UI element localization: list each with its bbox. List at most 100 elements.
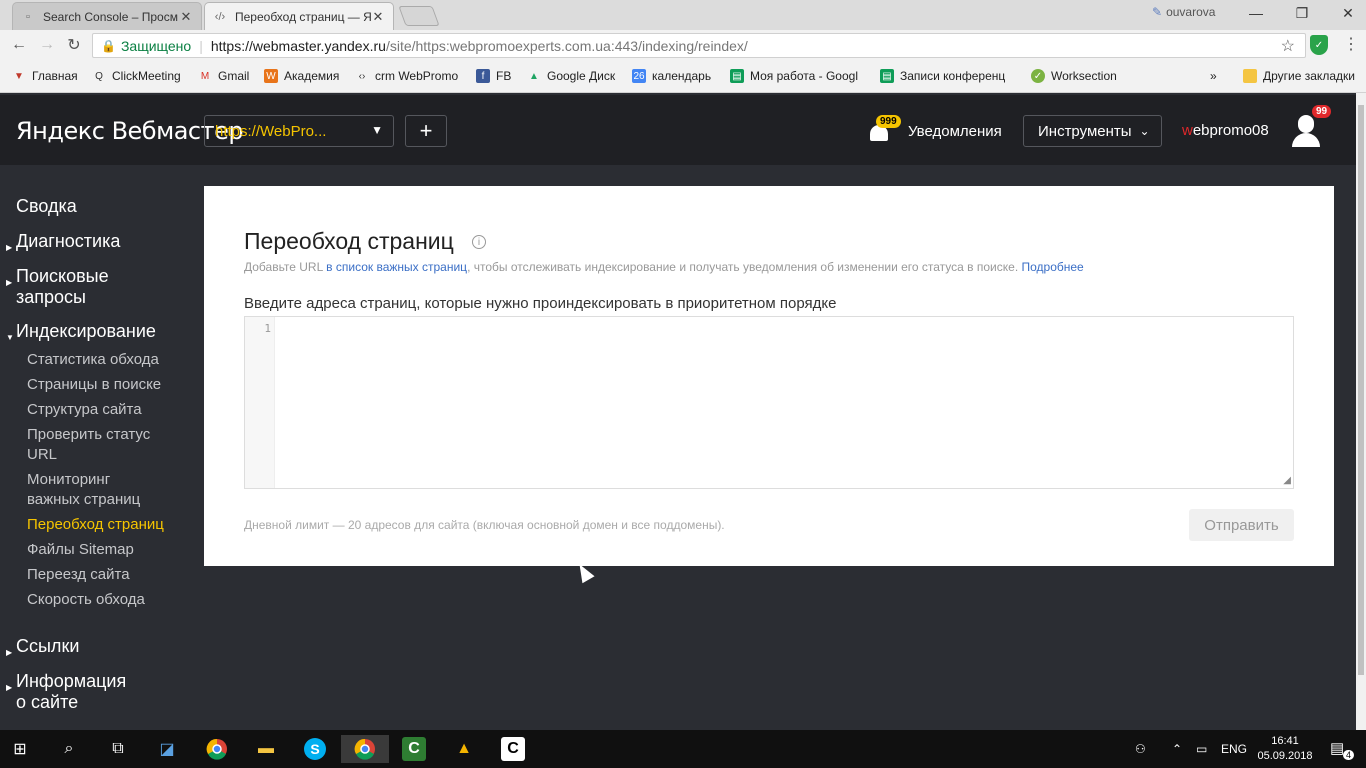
worksection-icon: ✓	[1031, 69, 1045, 83]
resize-handle-icon[interactable]: ◢	[1283, 475, 1291, 486]
extension-shield-icon[interactable]: ✓	[1310, 35, 1328, 55]
sidebar-sub-crawl-rate[interactable]: Скорость обхода	[27, 590, 145, 610]
description-text: Добавьте URL	[244, 260, 327, 274]
maximize-button[interactable]: ❐	[1283, 2, 1321, 24]
notifications-button[interactable]: 999 Уведомления	[868, 115, 1002, 147]
browser-toolbar: ← → ↻ 🔒 Защищено | https://webmaster.yan…	[0, 30, 1366, 61]
skype-icon[interactable]: S	[301, 735, 329, 763]
close-icon[interactable]: ✕	[179, 9, 193, 25]
logo-yandex: Яндекс	[16, 117, 105, 145]
other-bookmarks[interactable]: Другие закладки	[1243, 69, 1355, 83]
sidebar-item-links[interactable]: ▶ Ссылки	[6, 636, 80, 657]
sidebar-sub-site-move[interactable]: Переезд сайта	[27, 565, 130, 585]
sidebar-sub-check-url[interactable]: Проверить статус URL	[27, 425, 150, 465]
windows-start-icon[interactable]: ⊞	[6, 735, 34, 763]
forward-icon[interactable]: →	[36, 34, 58, 56]
bookmark-label: Другие закладки	[1263, 69, 1355, 83]
notes-app-icon[interactable]: ◪	[153, 735, 181, 763]
address-bar[interactable]: 🔒 Защищено | https://webmaster.yandex.ru…	[92, 33, 1306, 58]
expand-arrow-icon: ▶	[6, 648, 13, 657]
camtasia-recorder-icon[interactable]: C	[499, 735, 527, 763]
chrome-active-icon[interactable]	[341, 735, 389, 763]
language-indicator[interactable]: ENG	[1221, 742, 1247, 756]
urls-textarea[interactable]: 1 ◢	[244, 316, 1294, 489]
task-view-icon[interactable]: ⧉	[104, 735, 132, 763]
scrollbar-thumb[interactable]	[1358, 105, 1364, 675]
submit-button[interactable]: Отправить	[1189, 509, 1294, 541]
gmail-icon: M	[200, 70, 210, 82]
battery-icon[interactable]: ▭	[1196, 742, 1207, 756]
tray-chevron-up-icon[interactable]: ⌃	[1172, 742, 1182, 756]
bookmarks-bar: ▼ Главная Q ClickMeeting M Gmail W Академия …	[0, 61, 1366, 93]
more-info-link[interactable]: Подробнее	[1021, 260, 1083, 274]
bookmark-label: FB	[496, 69, 512, 83]
profile-badge[interactable]: ✎ ouvarova	[1152, 5, 1215, 19]
sidebar-sub-site-structure[interactable]: Структура сайта	[27, 400, 142, 420]
new-tab-button[interactable]	[398, 6, 440, 26]
bookmark-item[interactable]: ✓ Worksection	[1031, 69, 1117, 83]
url-host: https://webmaster.yandex.ru	[210, 37, 386, 54]
page-scrollbar[interactable]	[1356, 93, 1366, 730]
window-close-button[interactable]: ✕	[1329, 2, 1366, 24]
tab-reindex[interactable]: ‹/› Переобход страниц — Я ✕	[204, 2, 394, 30]
bookmark-item[interactable]: f FB	[476, 69, 511, 83]
sidebar-item-label: Ссылки	[16, 636, 80, 656]
action-center-badge: 4	[1343, 750, 1355, 760]
sidebar-sub-reindex[interactable]: Переобход страниц	[27, 515, 164, 535]
tools-dropdown[interactable]: Инструменты ⌄	[1023, 115, 1162, 147]
important-pages-link[interactable]: в список важных страниц	[326, 260, 467, 274]
sidebar-sub-important-pages[interactable]: Мониторинг важных страниц	[27, 470, 140, 510]
people-icon[interactable]: ⚇	[1135, 742, 1146, 756]
bookmark-item[interactable]: ▤ Записи конференц	[880, 69, 1005, 83]
line-number: 1	[264, 322, 271, 335]
bookmark-item[interactable]: W Академия	[264, 69, 339, 83]
user-name-first-letter: w	[1182, 122, 1193, 139]
sidebar-item-summary[interactable]: Сводка	[16, 196, 77, 217]
divider: |	[199, 37, 203, 54]
triangle-app-icon[interactable]: ▲	[450, 735, 478, 763]
search-icon[interactable]: ⌕	[55, 735, 83, 763]
sidebar-item-label: Сводка	[16, 196, 77, 216]
browser-tab-strip: ▫ Search Console – Просм ✕ ‹/› Переобход…	[0, 0, 1366, 30]
sidebar-item-search-queries[interactable]: ▶ Поисковые запросы	[6, 266, 109, 308]
user-name[interactable]: webpromo08	[1182, 122, 1269, 139]
drive-icon: ▲	[529, 70, 539, 82]
sidebar-item-site-info[interactable]: ▶ Информация о сайте	[6, 671, 126, 713]
line-number-gutter: 1	[245, 317, 275, 488]
tab-search-console[interactable]: ▫ Search Console – Просм ✕	[12, 2, 202, 30]
page-title: Переобход страниц	[244, 228, 454, 254]
bookmark-item[interactable]: ▲ Google Диск	[527, 69, 615, 83]
chevron-down-icon: ⌄	[1139, 124, 1150, 138]
sidebar-item-label: Поисковые запросы	[16, 266, 109, 307]
bookmark-item[interactable]: ▼ Главная	[12, 69, 78, 83]
bookmark-label: Google Диск	[547, 69, 616, 83]
sidebar-item-diagnostics[interactable]: ▶ Диагностика	[6, 231, 120, 252]
sheets-icon: ▤	[730, 69, 744, 83]
sidebar-sub-sitemap[interactable]: Файлы Sitemap	[27, 540, 134, 560]
sidebar-item-indexing[interactable]: ▼ Индексирование	[6, 321, 156, 342]
file-explorer-icon[interactable]: ▬	[252, 735, 280, 763]
sidebar-sub-pages-in-search[interactable]: Страницы в поиске	[27, 375, 161, 395]
reload-icon[interactable]: ↻	[63, 34, 85, 56]
url-path: /site/https:webpromoexperts.com.ua:443/i…	[385, 37, 748, 54]
add-site-button[interactable]: +	[405, 115, 447, 147]
bookmark-item[interactable]: M Gmail	[198, 69, 250, 83]
bookmark-item[interactable]: 26 календарь	[632, 69, 711, 83]
back-icon[interactable]: ←	[8, 34, 30, 56]
close-icon[interactable]: ✕	[371, 9, 385, 25]
avatar-head	[1298, 115, 1314, 133]
bookmark-star-icon[interactable]: ☆	[1281, 36, 1295, 56]
system-clock[interactable]: 16:41 05.09.2018	[1255, 734, 1315, 764]
info-icon[interactable]: i	[472, 235, 486, 249]
sidebar-sub-crawl-stats[interactable]: Статистика обхода	[27, 350, 159, 370]
bookmark-item[interactable]: ▤ Моя работа - Googl	[730, 69, 858, 83]
chrome-icon[interactable]	[203, 735, 231, 763]
site-selector[interactable]: https://WebPro... ▼	[204, 115, 394, 147]
minimize-button[interactable]: —	[1237, 2, 1275, 24]
menu-kebab-icon[interactable]: ⋮	[1343, 34, 1359, 54]
bookmark-item[interactable]: Q ClickMeeting	[92, 69, 181, 83]
bookmark-item[interactable]: ‹› crm WebPromo	[355, 69, 458, 83]
camtasia-icon[interactable]: C	[400, 735, 428, 763]
bookmarks-overflow-button[interactable]: »	[1210, 69, 1217, 83]
user-name-rest: ebpromo08	[1192, 122, 1269, 139]
